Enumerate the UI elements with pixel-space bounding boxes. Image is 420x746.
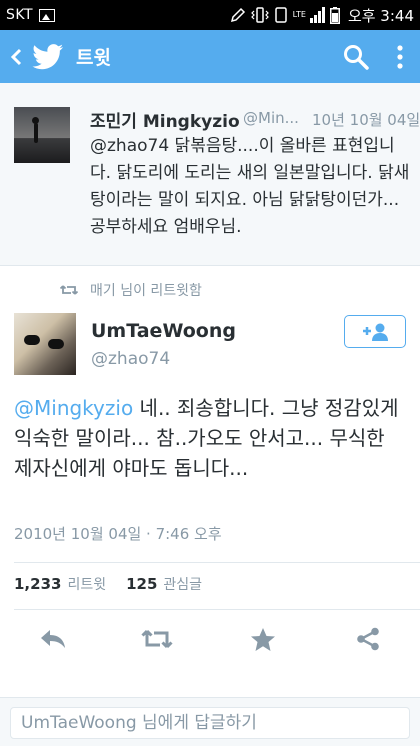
tweet-timestamp: 2010년 10월 04일 · 7:46 오후 <box>14 525 222 543</box>
favorites-label[interactable]: 관심글 <box>163 574 202 594</box>
clock: 오후 3:44 <box>347 6 414 25</box>
tweet-text: @Mingkyzio 네.. 죄송합니다. 그냥 정감있게 익숙한 말이라...… <box>14 393 408 483</box>
retweets-count[interactable]: 1,233 <box>14 575 61 593</box>
reply-button[interactable] <box>31 618 75 660</box>
share-icon <box>357 627 379 651</box>
share-button[interactable] <box>346 618 390 660</box>
author-name: 조민기 Mingkyzio <box>90 112 240 132</box>
retweets-label[interactable]: 리트윗 <box>67 574 106 594</box>
back-button[interactable] <box>2 30 30 83</box>
avatar[interactable] <box>14 107 70 163</box>
page-title: 트윗 <box>76 47 111 69</box>
tweet-text: @zhao74 닭볶음탕....이 올바른 표현입니다. 닭도리에 도리는 새의… <box>90 136 410 237</box>
back-chevron-icon <box>10 48 22 65</box>
network-type-label: LTE <box>292 10 306 19</box>
search-button[interactable] <box>332 30 380 83</box>
action-bar: 트윗 <box>0 30 420 83</box>
edit-notification-icon <box>230 7 245 23</box>
signal-icon <box>309 7 325 23</box>
favorites-count[interactable]: 125 <box>126 575 157 593</box>
twitter-bird-icon <box>32 43 64 69</box>
tweet-actions <box>0 618 420 660</box>
add-user-icon <box>363 323 388 341</box>
battery-icon <box>329 6 340 24</box>
overflow-menu-button[interactable] <box>380 30 420 83</box>
reply-input[interactable] <box>10 707 410 739</box>
retweet-context: 매기 님이 리트윗함 <box>60 280 202 300</box>
star-icon <box>251 627 275 651</box>
retweet-button[interactable] <box>135 618 179 660</box>
mention-link[interactable]: @Mingkyzio <box>14 396 133 420</box>
retweet-icon <box>60 285 78 295</box>
follow-button[interactable] <box>344 315 406 348</box>
retweet-context-label: 매기 님이 리트윗함 <box>90 283 202 299</box>
divider <box>14 562 420 563</box>
reply-bar <box>0 697 420 746</box>
tweet-stats: 1,233 리트윗 125 관심글 <box>14 574 202 594</box>
retweet-icon <box>141 629 173 649</box>
carrier-label: SKT <box>6 7 34 23</box>
avatar[interactable] <box>14 313 76 375</box>
gallery-notification-icon <box>39 8 56 22</box>
favorite-button[interactable] <box>241 618 285 660</box>
status-bar: SKT LTE 오후 3:44 <box>0 0 420 30</box>
vibrate-icon <box>250 7 269 23</box>
divider <box>14 609 420 610</box>
search-icon <box>344 44 369 70</box>
author-name[interactable]: UmTaeWoong <box>91 320 236 342</box>
overflow-menu-icon <box>397 44 403 69</box>
tweet-date: 10년 10월 04일 <box>312 111 420 129</box>
author-handle[interactable]: @zhao74 <box>91 349 170 369</box>
orientation-lock-icon <box>274 7 287 23</box>
author-handle: @Min... <box>243 109 299 127</box>
reply-icon <box>41 630 65 648</box>
in-reply-to-tweet[interactable]: 조민기 Mingkyzio @Min... 10년 10월 04일 @zhao7… <box>0 83 420 266</box>
twitter-logo[interactable] <box>32 43 64 70</box>
